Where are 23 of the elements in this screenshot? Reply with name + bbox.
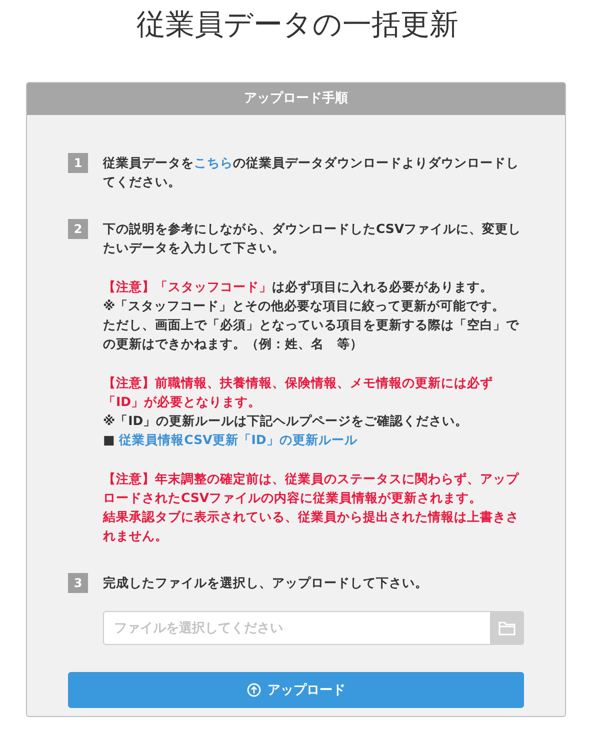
panel-header: アップロード手順 [27,83,565,115]
file-field[interactable]: ファイルを選択してください [103,611,490,645]
instruction-text: 【注意】年末調整の確定前は、従業員のステータスに関わらず、アップロードされたCSVファイルの内容に従業員情報が更新されます。 [103,470,520,507]
browse-button[interactable] [490,611,524,645]
upload-button[interactable]: アップロード [68,672,524,708]
step-number: 3 [68,573,88,593]
instruction-text: ※「ID」の更新ルールは下記ヘルプページをご確認ください。 [103,412,470,430]
instruction-text: 結果承認タブに表示されている、従業員から提出された情報は上書きされません。 [103,508,520,545]
upload-icon [246,683,260,697]
instruction-text: ■ 従業員情報CSV更新「ID」の更新ルール [103,431,358,449]
instruction-text: 【注意】「スタッフコード」は必ず項目に入れる必要があります。 [103,278,494,296]
instruction-text: 完成したファイルを選択し、アップロードして下さい。 [103,574,429,592]
step-number: 1 [68,153,88,173]
help-link[interactable]: こちら [194,155,233,170]
instruction-text: ※「スタッフコード」とその他必要な項目に絞って更新が可能です。 [103,297,506,315]
instruction-text: ただし、画面上で「必須」となっている項目を更新する際は「空白」での更新はできかねます。（例：姓、名 等） [103,316,520,353]
help-link[interactable]: 従業員情報CSV更新「ID」の更新ルール [119,432,358,447]
instruction-text: 従業員データをこちらの従業員データダウンロードよりダウンロードしてください。 [103,154,520,191]
folder-icon [498,620,516,636]
page-title: 従業員データの一括更新 [136,6,460,43]
step-number: 2 [68,219,88,239]
instruction-text: 【注意】前職情報、扶養情報、保険情報、メモ情報の更新には必ず「ID」が必要となります。 [103,374,494,411]
instruction-text: 下の説明を参考にしながら、ダウンロードしたCSVファイルに、変更したいデータを入力して下さい。 [103,220,522,257]
